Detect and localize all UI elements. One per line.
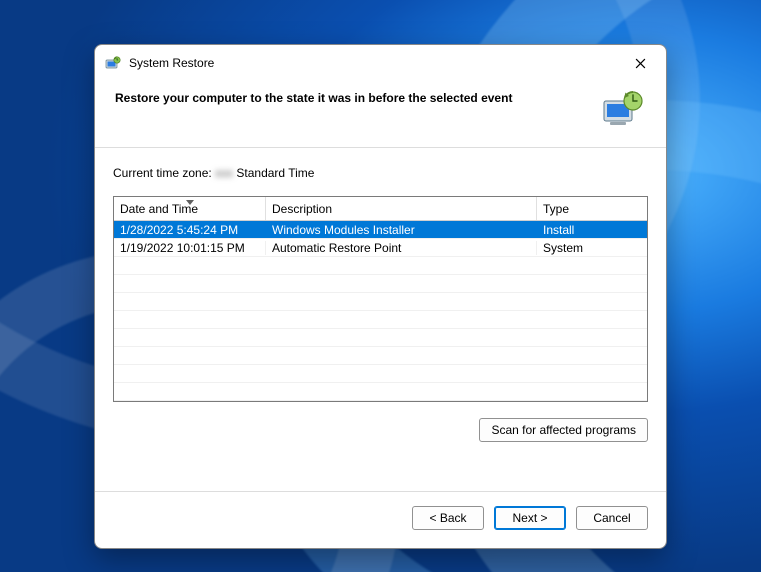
system-restore-window: System Restore Restore your computer to …	[94, 44, 667, 549]
wizard-footer: < Back Next > Cancel	[95, 491, 666, 548]
table-row-empty	[114, 347, 647, 365]
cell-datetime: 1/19/2022 10:01:15 PM	[114, 241, 266, 255]
table-row[interactable]: 1/28/2022 5:45:24 PMWindows Modules Inst…	[114, 221, 647, 239]
table-row-empty	[114, 311, 647, 329]
window-title: System Restore	[129, 56, 214, 70]
table-body: 1/28/2022 5:45:24 PMWindows Modules Inst…	[114, 221, 647, 401]
column-header-description[interactable]: Description	[266, 197, 537, 220]
timezone-name-redacted: xxx	[215, 166, 233, 180]
table-row-empty	[114, 365, 647, 383]
table-row-empty	[114, 329, 647, 347]
wizard-header: Restore your computer to the state it wa…	[95, 81, 666, 143]
table-row-empty	[114, 275, 647, 293]
sort-descending-icon	[186, 198, 194, 207]
close-button[interactable]	[618, 48, 662, 78]
scan-affected-button[interactable]: Scan for affected programs	[479, 418, 648, 442]
table-row-empty	[114, 293, 647, 311]
close-icon	[635, 58, 646, 69]
next-button[interactable]: Next >	[494, 506, 566, 530]
timezone-suffix: Standard Time	[233, 166, 314, 180]
column-header-label: Description	[272, 202, 332, 216]
timezone-label: Current time zone: xxx Standard Time	[113, 166, 648, 180]
restore-points-table[interactable]: Date and Time Description Type 1/28/2022…	[113, 196, 648, 402]
system-restore-icon	[105, 55, 121, 71]
table-row-empty	[114, 257, 647, 275]
back-button[interactable]: < Back	[412, 506, 484, 530]
cell-datetime: 1/28/2022 5:45:24 PM	[114, 223, 266, 237]
cell-description: Automatic Restore Point	[266, 241, 537, 255]
titlebar[interactable]: System Restore	[95, 45, 666, 81]
column-header-type[interactable]: Type	[537, 197, 647, 220]
wizard-body: Current time zone: xxx Standard Time Dat…	[95, 148, 666, 491]
wizard-header-text: Restore your computer to the state it wa…	[115, 87, 590, 105]
cancel-button[interactable]: Cancel	[576, 506, 648, 530]
cell-type: System	[537, 241, 647, 255]
table-row[interactable]: 1/19/2022 10:01:15 PMAutomatic Restore P…	[114, 239, 647, 257]
column-header-label: Type	[543, 202, 569, 216]
table-header: Date and Time Description Type	[114, 197, 647, 221]
column-header-datetime[interactable]: Date and Time	[114, 197, 266, 220]
timezone-prefix: Current time zone:	[113, 166, 215, 180]
table-row-empty	[114, 383, 647, 401]
cell-description: Windows Modules Installer	[266, 223, 537, 237]
restore-large-icon	[600, 87, 646, 133]
cell-type: Install	[537, 223, 647, 237]
